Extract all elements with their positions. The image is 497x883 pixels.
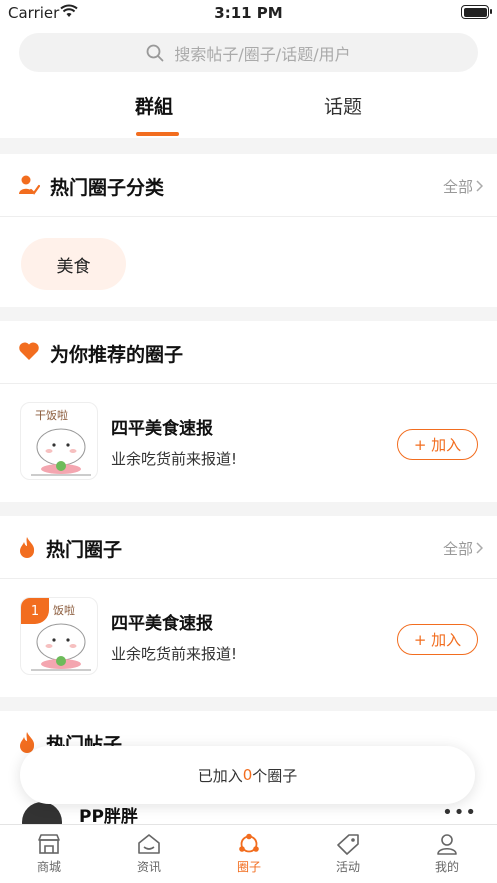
page: Carrier 3:11 PM 搜索帖子/圈子/话题/用户 群組 话题 热门圈子… [0,0,497,883]
circle-description: 业余吃货前来报道! [111,450,238,468]
header: 搜索帖子/圈子/话题/用户 群組 话题 [0,26,497,138]
status-bar: Carrier 3:11 PM [0,0,497,26]
see-all-link[interactable]: 全部 [443,176,473,197]
tabbar-label: 资讯 [136,860,161,874]
circle-icon [239,833,259,853]
clock: 3:11 PM [214,4,283,22]
hot-categories-section: 热门圈子分类 全部 美食 [0,154,497,307]
joined-count-toast: 已加入 0 个圈子 [20,746,475,804]
category-chip-food[interactable]: 美食 [21,238,126,290]
section-title: 热门圈子 [46,539,123,561]
store-icon [38,834,60,854]
tabbar-label: 商城 [36,860,61,874]
hot-circles-section: 热门圈子 全部 饭啦 1 四平美食速报 业余吃货前来报道! + 加入 [0,516,497,697]
circle-name: 四平美食速报 [111,419,213,439]
circle-avatar: 饭啦 1 [20,597,98,675]
tab-bar: 群組 话题 [0,92,497,138]
section-title: 热门圈子分类 [50,177,165,199]
recommended-header: 为你推荐的圈子 [0,321,497,384]
user-check-icon [19,175,40,195]
recommended-section: 为你推荐的圈子 干饭啦 四平美食速报 业余吃货前来报道! + 加入 [0,321,497,502]
toast-suffix: 个圈子 [252,766,298,785]
avatar-caption: 饭啦 [53,603,75,617]
tabbar-label: 圈子 [236,860,261,874]
circle-item[interactable]: 饭啦 1 四平美食速报 业余吃货前来报道! + 加入 [0,579,497,697]
search-placeholder: 搜索帖子/圈子/话题/用户 [174,44,351,64]
avatar[interactable] [22,802,62,824]
tab-indicator [136,132,179,136]
circle-avatar: 干饭啦 [20,402,98,480]
tabbar-label: 我的 [434,860,459,874]
tabbar-item-circles[interactable]: 圈子 [214,833,284,875]
user-icon [437,834,457,855]
section-title: 为你推荐的圈子 [50,344,184,366]
avatar-caption: 干饭啦 [35,408,68,422]
post-username[interactable]: PP胖胖 [79,802,138,824]
tabbar-label: 活动 [335,860,360,874]
tabbar-item-news[interactable]: 资讯 [114,833,184,875]
fire-icon [20,537,35,558]
bottom-tab-bar: 商城 资讯 圈子 活动 我的 [0,824,497,883]
search-icon [147,44,164,61]
tag-icon [337,834,359,855]
more-options-icon[interactable]: ••• [442,802,477,823]
join-button[interactable]: + 加入 [397,429,478,460]
joined-count: 0 [242,766,253,784]
tab-groups[interactable]: 群組 [135,92,173,119]
tabbar-item-store[interactable]: 商城 [14,833,84,875]
join-button[interactable]: + 加入 [397,624,478,655]
hot-categories-header: 热门圈子分类 全部 [0,154,497,217]
chevron-right-icon [476,180,483,192]
news-icon [138,834,160,854]
circle-name: 四平美食速报 [111,614,213,634]
cat-illustration-icon: 干饭啦 [31,408,91,476]
heart-icon [19,342,39,360]
toast-prefix: 已加入 [197,766,243,785]
search-bar[interactable]: 搜索帖子/圈子/话题/用户 [19,33,478,72]
battery-icon [461,5,492,19]
see-all-link[interactable]: 全部 [443,538,473,559]
circle-item[interactable]: 干饭啦 四平美食速报 业余吃货前来报道! + 加入 [0,384,497,502]
tab-topics[interactable]: 话题 [324,92,362,119]
chevron-right-icon [476,542,483,554]
hot-circles-header: 热门圈子 全部 [0,516,497,579]
circle-description: 业余吃货前来报道! [111,645,238,663]
tabbar-item-events[interactable]: 活动 [313,833,383,875]
tabbar-item-me[interactable]: 我的 [412,833,482,875]
